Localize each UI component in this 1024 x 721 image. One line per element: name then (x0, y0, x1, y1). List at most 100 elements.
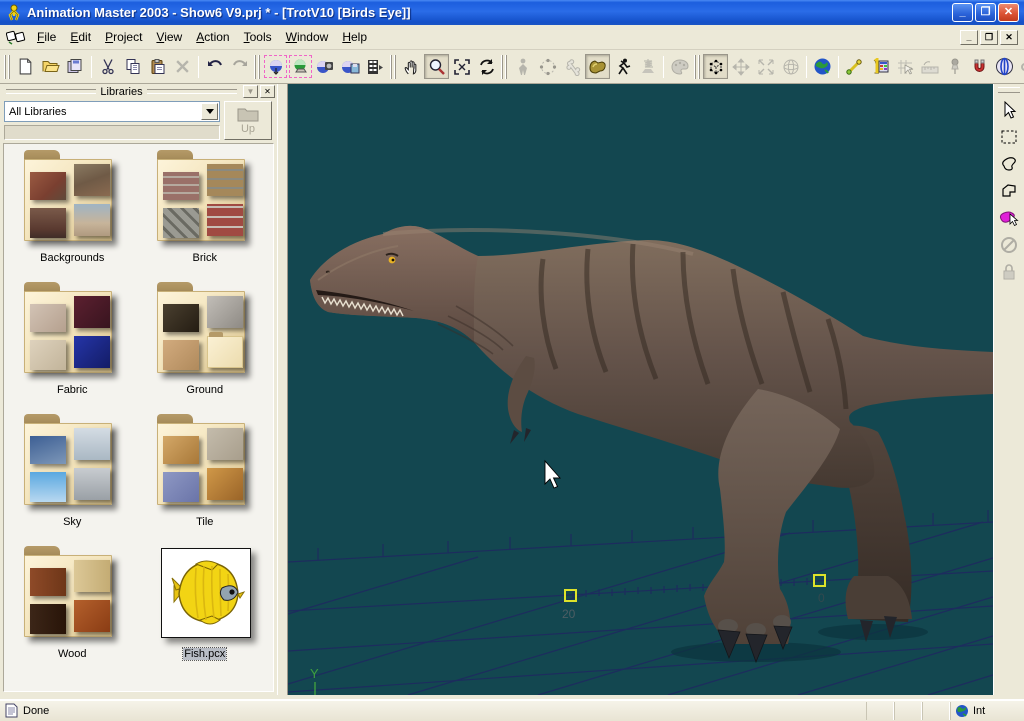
menu-view[interactable]: View (149, 27, 189, 47)
panel-close-button[interactable]: ✕ (260, 85, 275, 98)
muscle-mode-button[interactable] (585, 54, 610, 79)
redo-button[interactable] (227, 54, 252, 79)
world-view-button[interactable] (810, 54, 835, 79)
menu-project[interactable]: Project (98, 27, 149, 47)
paint-mode-button[interactable] (667, 54, 692, 79)
panel-splitter[interactable] (278, 84, 288, 695)
delete-button[interactable] (170, 54, 195, 79)
library-item[interactable]: Backgrounds (6, 150, 139, 278)
chevron-down-icon[interactable] (201, 103, 218, 120)
translate-button[interactable] (728, 54, 753, 79)
library-item[interactable]: Wood (6, 546, 139, 674)
scale-button[interactable] (753, 54, 778, 79)
up-button[interactable]: Up (224, 101, 272, 140)
viewport-birds-eye[interactable]: 20 0 Y (288, 84, 993, 695)
cut-button[interactable] (95, 54, 120, 79)
menu-edit[interactable]: Edit (63, 27, 98, 47)
pushpin-button[interactable] (942, 54, 967, 79)
menu-help[interactable]: Help (335, 27, 374, 47)
snap-grid-button[interactable] (892, 54, 917, 79)
turn-view-button[interactable] (474, 54, 499, 79)
snap-magnet-button[interactable] (967, 54, 992, 79)
edit-model-button[interactable] (510, 54, 535, 79)
menu-window[interactable]: Window (279, 27, 336, 47)
menu-action[interactable]: Action (189, 27, 236, 47)
menu-file[interactable]: File (30, 27, 63, 47)
hide-tool[interactable] (997, 233, 1021, 257)
marker-label-0: 0 (818, 591, 825, 605)
library-item[interactable]: Tile (139, 414, 272, 542)
mdi-restore-button[interactable]: ❐ (980, 30, 998, 45)
menu-tools[interactable]: Tools (237, 27, 279, 47)
select-polygon-tool[interactable] (997, 179, 1021, 203)
mdi-close-button[interactable]: ✕ (1000, 30, 1018, 45)
render-preview-button[interactable] (263, 54, 288, 79)
copy-button[interactable] (120, 54, 145, 79)
group-pick-tool[interactable] (997, 206, 1021, 230)
ground-shadow (818, 624, 928, 640)
trex-model[interactable] (310, 226, 993, 662)
marker-label-20: 20 (562, 607, 576, 621)
snap-ruler-button[interactable] (917, 54, 942, 79)
library-path-bar (4, 125, 220, 140)
paste-button[interactable] (145, 54, 170, 79)
add-bone-button[interactable] (842, 54, 867, 79)
dynamic-mode-button[interactable] (635, 54, 660, 79)
toolbar-gripper[interactable] (694, 55, 701, 79)
library-item[interactable]: Fish.pcx (139, 546, 272, 674)
toolbar-gripper[interactable] (501, 55, 508, 79)
bound-box-button[interactable] (703, 54, 728, 79)
select-pointer-tool[interactable] (997, 98, 1021, 122)
save-all-button[interactable] (63, 54, 88, 79)
minimize-button[interactable]: _ (952, 3, 973, 22)
library-item[interactable]: Ground (139, 282, 272, 410)
status-text: Done (23, 705, 49, 717)
library-item[interactable]: Brick (139, 150, 272, 278)
select-lasso-tool[interactable] (997, 152, 1021, 176)
library-select[interactable]: All Libraries (4, 101, 220, 122)
panel-menu-button[interactable]: ▼ (243, 85, 258, 98)
pan-hand-button[interactable] (399, 54, 424, 79)
main-area: Libraries ▼ ✕ All Libraries Up Backgroun… (0, 84, 1024, 695)
undo-button[interactable] (202, 54, 227, 79)
toolbar-gripper[interactable] (4, 55, 11, 79)
preview-animation-button[interactable] (363, 54, 388, 79)
texture-thumbnail (30, 472, 66, 502)
render-shaded-button[interactable] (288, 54, 313, 79)
mdi-minimize-button[interactable]: _ (960, 30, 978, 45)
globe-icon (955, 704, 969, 718)
zone-text: Int (973, 705, 985, 717)
library-item[interactable]: Sky (6, 414, 139, 542)
library-item[interactable]: Fabric (6, 282, 139, 410)
panel-gripper[interactable] (6, 89, 96, 94)
select-box-tool[interactable] (997, 125, 1021, 149)
open-file-button[interactable] (38, 54, 63, 79)
texture-thumbnail (207, 204, 243, 236)
library-select-value: All Libraries (5, 106, 200, 118)
render-to-film-button[interactable] (313, 54, 338, 79)
status-internet-zone: Int (950, 702, 1024, 720)
keyframe-panel-button[interactable] (867, 54, 892, 79)
close-button[interactable]: ✕ (998, 3, 1019, 22)
render-to-file-button[interactable] (338, 54, 363, 79)
rotate-sphere-button[interactable] (778, 54, 803, 79)
palette-gripper[interactable] (998, 87, 1020, 93)
edit-bones-button[interactable] (560, 54, 585, 79)
toolbar-gripper[interactable] (390, 55, 397, 79)
link-chain-button[interactable] (1017, 54, 1024, 79)
restore-button[interactable]: ❐ (975, 3, 996, 22)
toolbar-gripper[interactable] (254, 55, 261, 79)
zoom-to-fit-button[interactable] (449, 54, 474, 79)
lock-tool[interactable] (997, 260, 1021, 284)
library-grid: Backgrounds Brick Fabric Ground (3, 143, 274, 692)
edit-points-button[interactable] (535, 54, 560, 79)
rotoscope-sphere-button[interactable] (992, 54, 1017, 79)
app-icon (5, 4, 23, 22)
panel-gripper[interactable] (147, 89, 237, 94)
new-file-button[interactable] (13, 54, 38, 79)
texture-thumbnail (74, 428, 110, 460)
skeletal-mode-button[interactable] (610, 54, 635, 79)
folder-icon (155, 282, 255, 378)
zoom-button[interactable] (424, 54, 449, 79)
texture-thumbnail (74, 468, 110, 500)
